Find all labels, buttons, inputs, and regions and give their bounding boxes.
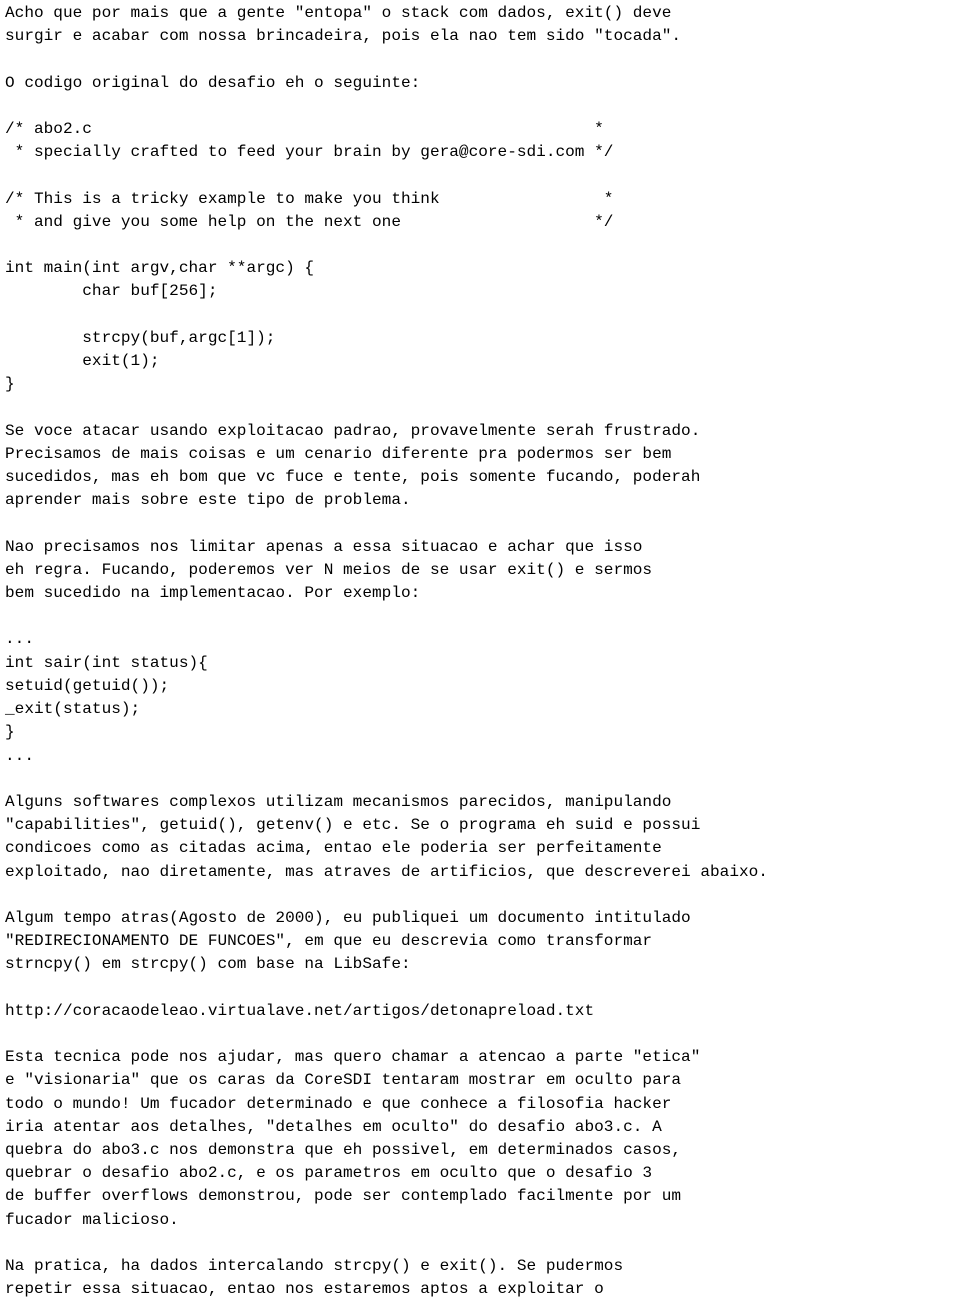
text-line: Nao precisamos nos limitar apenas a essa… (5, 537, 643, 556)
text-line: e "visionaria" que os caras da CoreSDI t… (5, 1071, 682, 1090)
code-line: int main(int argv,char **argc) { (5, 259, 315, 278)
text-line: Se voce atacar usando exploitacao padrao… (5, 421, 701, 440)
code-line: * specially crafted to feed your brain b… (5, 143, 614, 162)
code-line: char buf[256]; (5, 282, 218, 301)
text-line: O codigo original do desafio eh o seguin… (5, 73, 421, 92)
document-text-content: Acho que por mais que a gente "entopa" o… (5, 2, 960, 1301)
code-line: } (5, 723, 15, 742)
code-line: exit(1); (5, 352, 160, 371)
text-line: strncpy() em strcpy() com base na LibSaf… (5, 955, 411, 974)
text-line: Acho que por mais que a gente "entopa" o… (5, 4, 672, 22)
text-line: "capabilities", getuid(), getenv() e etc… (5, 816, 701, 835)
code-line: setuid(getuid()); (5, 676, 170, 695)
code-line: strcpy(buf,argc[1]); (5, 328, 276, 347)
text-line: Na pratica, ha dados intercalando strcpy… (5, 1256, 624, 1275)
text-line: exploitado, nao diretamente, mas atraves… (5, 862, 768, 881)
code-line: ... (5, 630, 34, 649)
text-line: Precisamos de mais coisas e um cenario d… (5, 444, 672, 463)
code-line: * and give you some help on the next one… (5, 212, 614, 231)
document-page: Acho que por mais que a gente "entopa" o… (0, 0, 960, 1298)
text-line: Alguns softwares complexos utilizam meca… (5, 792, 672, 811)
text-line: Algum tempo atras(Agosto de 2000), eu pu… (5, 908, 691, 927)
code-line: ... (5, 746, 34, 765)
url-line[interactable]: http://coracaodeleao.virtualave.net/arti… (5, 1000, 960, 1023)
text-line: quebra do abo3.c nos demonstra que eh po… (5, 1140, 682, 1159)
text-line: surgir e acabar com nossa brincadeira, p… (5, 27, 682, 46)
text-line: repetir essa situacao, entao nos estarem… (5, 1280, 604, 1299)
code-line: /* This is a tricky example to make you … (5, 189, 614, 208)
text-line: fucador malicioso. (5, 1210, 179, 1229)
text-line: iria atentar aos detalhes, "detalhes em … (5, 1117, 662, 1136)
text-line: condicoes como as citadas acima, entao e… (5, 839, 662, 858)
text-line: Esta tecnica pode nos ajudar, mas quero … (5, 1048, 701, 1067)
code-line: _exit(status); (5, 700, 141, 719)
text-line: eh regra. Fucando, poderemos ver N meios… (5, 560, 653, 579)
text-line: "REDIRECIONAMENTO DE FUNCOES", em que eu… (5, 932, 653, 951)
code-line: /* abo2.c * (5, 120, 604, 139)
text-line: bem sucedido na implementacao. Por exemp… (5, 584, 421, 603)
text-line: de buffer overflows demonstrou, pode ser… (5, 1187, 682, 1206)
code-line: } (5, 375, 15, 394)
text-line: aprender mais sobre este tipo de problem… (5, 491, 411, 510)
text-line: sucedidos, mas eh bom que vc fuce e tent… (5, 468, 701, 487)
text-line: todo o mundo! Um fucador determinado e q… (5, 1094, 672, 1113)
text-line: quebrar o desafio abo2.c, e os parametro… (5, 1164, 653, 1183)
code-line: int sair(int status){ (5, 653, 208, 672)
